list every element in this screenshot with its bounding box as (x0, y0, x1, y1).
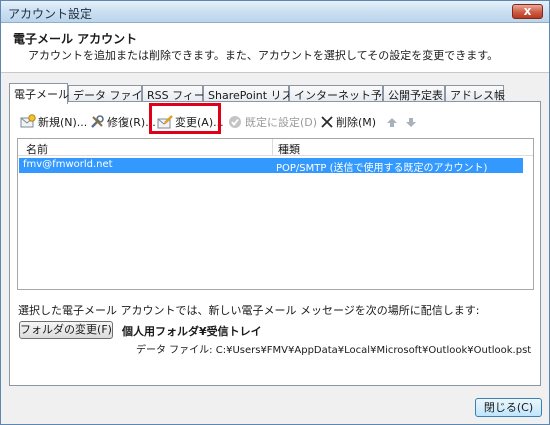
change-button-highlight (149, 103, 221, 134)
new-button-label: 新規(N)... (38, 116, 88, 129)
set-default-button-label: 既定に設定(D) (245, 116, 318, 129)
repair-button[interactable]: 修復(R)... (89, 112, 156, 132)
account-settings-window: アカウント設定 x 電子メール アカウント アカウントを追加または削除できます。… (0, 0, 550, 425)
window-title: アカウント設定 (8, 7, 93, 21)
delete-button[interactable]: 削除(M) (321, 112, 376, 132)
email-tab-panel: 新規(N)... 修復(R)... 変更(A)... 既定に設定(D) 削除(M… (9, 101, 541, 386)
delivery-folder-name: 個人用フォルダ¥受信トレイ (122, 325, 262, 338)
move-down-icon (405, 116, 417, 128)
tab-email[interactable]: 電子メール (9, 83, 69, 104)
delete-button-label: 削除(M) (336, 116, 377, 129)
title-bar[interactable]: アカウント設定 x (1, 1, 549, 23)
list-header: 名前 種類 (18, 139, 533, 156)
new-account-icon (20, 114, 36, 130)
column-divider (272, 139, 273, 156)
account-type-cell: POP/SMTP (送信で使用する既定のアカウント) (276, 163, 488, 174)
close-icon: x (523, 4, 532, 18)
column-header-type[interactable]: 種類 (278, 141, 300, 157)
close-window-button[interactable]: x (512, 4, 543, 19)
move-up-icon (386, 116, 398, 128)
account-name-cell: fmv@fmworld.net (23, 159, 113, 170)
account-toolbar: 新規(N)... 修復(R)... 変更(A)... 既定に設定(D) 削除(M… (16, 103, 516, 134)
page-title: 電子メール アカウント (13, 32, 138, 46)
data-file-path: データ ファイル: C:¥Users¥FMV¥AppData¥Local¥Mic… (136, 345, 532, 356)
move-up-button[interactable] (386, 112, 398, 132)
move-down-button[interactable] (405, 112, 417, 132)
repair-icon (89, 114, 105, 130)
delivery-description: 選択した電子メール アカウントでは、新しい電子メール メッセージを次の場所に配信… (18, 304, 480, 317)
column-header-name[interactable]: 名前 (26, 141, 48, 157)
account-list: 名前 種類 fmv@fmworld.net POP/SMTP (送信で使用する既… (17, 138, 534, 290)
delete-icon (321, 116, 333, 128)
table-row[interactable]: fmv@fmworld.net POP/SMTP (送信で使用する既定のアカウン… (19, 158, 523, 174)
set-default-button[interactable]: 既定に設定(D) (228, 112, 317, 132)
new-button[interactable]: 新規(N)... (20, 112, 87, 132)
page-description: アカウントを追加または削除できます。また、アカウントを選択してその設定を変更でき… (28, 49, 499, 62)
header-area: 電子メール アカウント アカウントを追加または削除できます。また、アカウントを選… (1, 23, 549, 73)
change-folder-button[interactable]: フォルダの変更(F) (19, 321, 113, 339)
close-button[interactable]: 閉じる(C) (475, 398, 542, 417)
set-default-icon (228, 115, 242, 129)
